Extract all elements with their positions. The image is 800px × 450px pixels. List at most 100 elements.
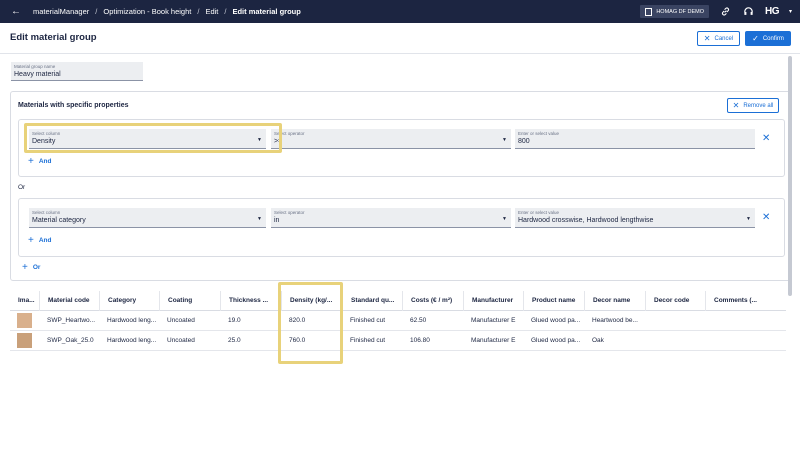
add-and-label: And bbox=[38, 237, 52, 244]
field-label: Material group name bbox=[14, 64, 56, 69]
check-icon: ✓ bbox=[752, 34, 759, 43]
breadcrumb-separator: / bbox=[95, 7, 98, 16]
add-and-button[interactable]: + And bbox=[28, 235, 51, 246]
close-icon: ✕ bbox=[732, 101, 740, 110]
confirm-button-label: Confirm bbox=[762, 35, 784, 42]
field-value: Heavy material bbox=[14, 71, 61, 78]
cell-standard-quality: Finished cut bbox=[350, 337, 386, 344]
breadcrumb-item-app[interactable]: materialManager bbox=[33, 7, 89, 16]
value-select-field[interactable]: Enter or select value Hardwood crosswise… bbox=[515, 208, 755, 228]
dropdown-caret-icon: ▼ bbox=[502, 137, 507, 143]
column-header-density[interactable]: Density (kg/... bbox=[281, 290, 342, 311]
cell-coating: Uncoated bbox=[167, 337, 195, 344]
rule-group-2: Select column Material category ▼ Select… bbox=[18, 198, 785, 257]
remove-rule-icon[interactable]: ✕ bbox=[762, 133, 770, 144]
field-label: Select column bbox=[32, 210, 61, 215]
material-thumbnail bbox=[17, 313, 32, 328]
page-header: Edit material group ✕ Cancel ✓ Confirm bbox=[0, 23, 800, 54]
column-header-manufacturer[interactable]: Manufacturer bbox=[463, 290, 523, 311]
select-operator-field[interactable]: Select operator in ▼ bbox=[271, 208, 511, 228]
column-header-costs[interactable]: Costs (€ / m²) bbox=[402, 290, 463, 311]
or-separator: Or bbox=[18, 184, 26, 191]
plus-icon: + bbox=[22, 262, 28, 273]
cell-thickness: 19.0 bbox=[228, 317, 241, 324]
cell-manufacturer: Manufacturer E bbox=[471, 337, 516, 344]
field-value: 800 bbox=[518, 138, 530, 145]
dropdown-caret-icon: ▼ bbox=[746, 216, 751, 222]
homag-logo[interactable]: HG bbox=[765, 6, 780, 17]
field-value: Density bbox=[32, 138, 56, 145]
cell-costs: 62.50 bbox=[410, 317, 427, 324]
field-label: Select column bbox=[32, 131, 61, 136]
column-header-category[interactable]: Category bbox=[99, 290, 159, 311]
breadcrumb-separator: / bbox=[224, 7, 227, 16]
remove-all-button[interactable]: ✕ Remove all bbox=[727, 98, 779, 113]
field-value: Hardwood crosswise, Hardwood lengthwise bbox=[518, 217, 654, 224]
dropdown-caret-icon: ▼ bbox=[502, 216, 507, 222]
cell-costs: 106.80 bbox=[410, 337, 430, 344]
field-value: in bbox=[274, 217, 280, 224]
materials-card: Materials with specific properties ✕ Rem… bbox=[10, 91, 792, 281]
chevron-down-icon[interactable]: ▾ bbox=[789, 8, 792, 15]
material-group-name-field[interactable]: Material group name Heavy material bbox=[11, 62, 143, 81]
field-value: Material category bbox=[32, 217, 86, 224]
cancel-button[interactable]: ✕ Cancel bbox=[697, 31, 740, 46]
cell-coating: Uncoated bbox=[167, 317, 195, 324]
table-row[interactable]: SWP_Oak_25.0 Hardwood leng... Uncoated 2… bbox=[10, 331, 786, 351]
column-header-coating[interactable]: Coating bbox=[159, 290, 220, 311]
column-header-thickness[interactable]: Thickness ... bbox=[220, 290, 281, 311]
select-column-field[interactable]: Select column Density ▼ bbox=[29, 129, 266, 149]
field-value: >= bbox=[274, 138, 283, 145]
column-header-product-name[interactable]: Product name bbox=[523, 290, 584, 311]
page-title: Edit material group bbox=[10, 32, 97, 43]
page-scrollbar[interactable] bbox=[788, 56, 792, 296]
add-or-button[interactable]: + Or bbox=[22, 262, 40, 273]
company-name: HOMAG DF DEMO bbox=[656, 8, 704, 15]
column-header-material-code[interactable]: Material code bbox=[39, 290, 99, 311]
field-label: Enter or select value bbox=[518, 210, 560, 215]
cancel-button-label: Cancel bbox=[714, 35, 734, 42]
remove-all-label: Remove all bbox=[743, 102, 774, 109]
breadcrumb: materialManager / Optimization - Book he… bbox=[33, 7, 301, 16]
close-icon: ✕ bbox=[703, 34, 711, 43]
cell-decor-name: Heartwood be... bbox=[592, 317, 638, 324]
plus-icon: + bbox=[28, 235, 34, 246]
materials-table: Ima... Material code Category Coating Th… bbox=[10, 290, 786, 351]
column-header-standard-quality[interactable]: Standard qu... bbox=[342, 290, 402, 311]
column-header-decor-code[interactable]: Decor code bbox=[645, 290, 705, 311]
material-thumbnail bbox=[17, 333, 32, 348]
cell-material-code: SWP_Heartwo... bbox=[47, 317, 96, 324]
select-operator-field[interactable]: Select operator >= ▼ bbox=[271, 129, 511, 149]
value-input-field[interactable]: Enter or select value 800 bbox=[515, 129, 755, 149]
company-selector[interactable]: HOMAG DF DEMO bbox=[640, 5, 709, 18]
remove-rule-icon[interactable]: ✕ bbox=[762, 212, 770, 223]
breadcrumb-separator: / bbox=[197, 7, 200, 16]
column-header-comments[interactable]: Comments (... bbox=[705, 290, 786, 311]
cell-product-name: Glued wood pa... bbox=[531, 317, 581, 324]
dropdown-caret-icon: ▼ bbox=[257, 216, 262, 222]
breadcrumb-item-current: Edit material group bbox=[232, 7, 301, 16]
column-header-image[interactable]: Ima... bbox=[10, 291, 39, 311]
confirm-button[interactable]: ✓ Confirm bbox=[745, 31, 791, 46]
top-bar: ← materialManager / Optimization - Book … bbox=[0, 0, 800, 23]
cell-material-code: SWP_Oak_25.0 bbox=[47, 337, 94, 344]
building-icon bbox=[645, 7, 653, 16]
cell-category: Hardwood leng... bbox=[107, 337, 157, 344]
field-label: Select operator bbox=[274, 131, 305, 136]
materials-card-title: Materials with specific properties bbox=[18, 102, 129, 109]
add-and-button[interactable]: + And bbox=[28, 156, 51, 167]
breadcrumb-item-edit[interactable]: Edit bbox=[205, 7, 218, 16]
table-row[interactable]: SWP_Heartwo... Hardwood leng... Uncoated… bbox=[10, 311, 786, 331]
headset-icon[interactable] bbox=[742, 5, 755, 18]
back-arrow-icon[interactable]: ← bbox=[6, 6, 26, 17]
add-or-label: Or bbox=[32, 264, 41, 271]
select-column-field[interactable]: Select column Material category ▼ bbox=[29, 208, 266, 228]
rule-group-1: Select column Density ▼ Select operator … bbox=[18, 119, 785, 177]
field-label: Select operator bbox=[274, 210, 305, 215]
plus-icon: + bbox=[28, 156, 34, 167]
column-header-decor-name[interactable]: Decor name bbox=[584, 290, 645, 311]
dropdown-caret-icon: ▼ bbox=[257, 137, 262, 143]
breadcrumb-item-optimization[interactable]: Optimization - Book height bbox=[103, 7, 191, 16]
cell-product-name: Glued wood pa... bbox=[531, 337, 581, 344]
link-icon[interactable] bbox=[719, 5, 732, 18]
